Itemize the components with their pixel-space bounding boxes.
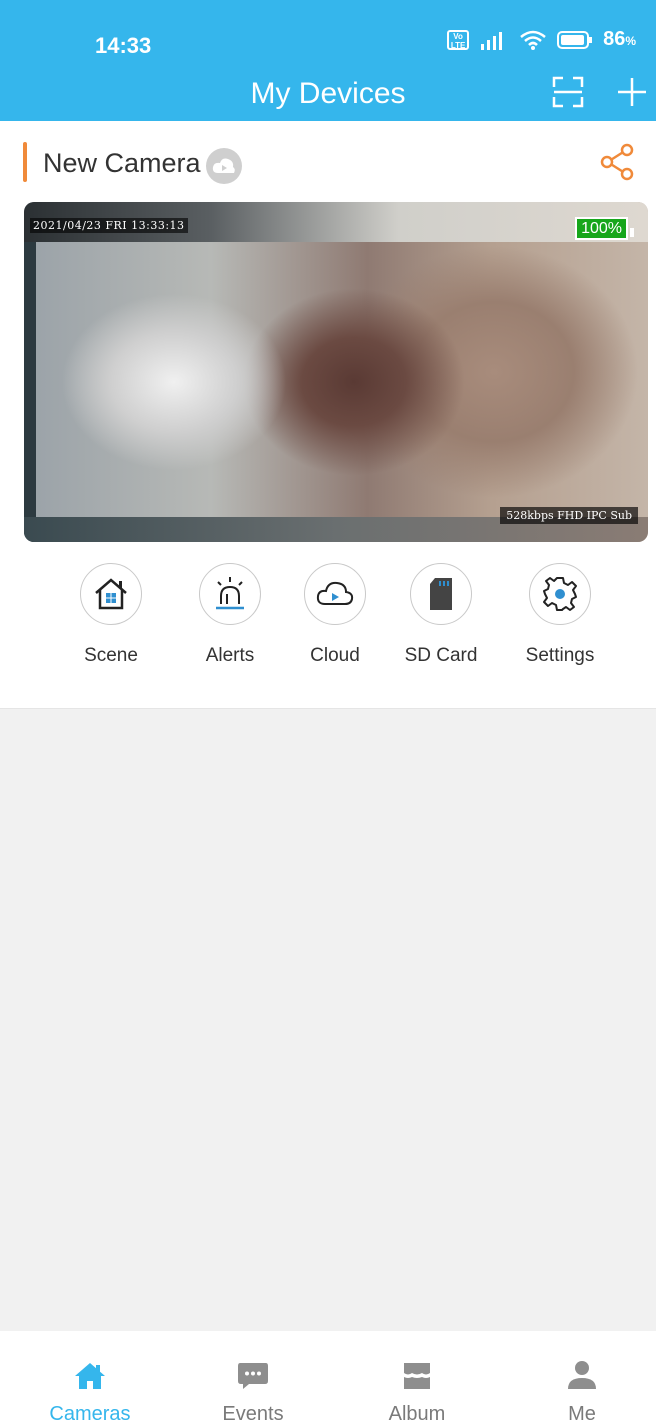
cloud-label: Cloud bbox=[310, 645, 360, 666]
settings-label: Settings bbox=[525, 645, 595, 666]
scan-button[interactable] bbox=[548, 70, 588, 114]
tab-album-label: Album bbox=[388, 1403, 446, 1425]
battery-percent: 86% bbox=[603, 28, 636, 51]
person-icon bbox=[568, 1361, 596, 1389]
tab-cameras-label: Cameras bbox=[49, 1403, 131, 1425]
cloud-play-icon bbox=[316, 581, 354, 605]
battery-nub bbox=[630, 228, 634, 237]
alerts-label: Alerts bbox=[205, 645, 255, 666]
tab-me[interactable]: Me bbox=[500, 1331, 656, 1426]
battery-value: 86 bbox=[603, 28, 626, 50]
camera-name[interactable]: New Camera bbox=[43, 148, 201, 179]
camera-battery-level: 100% bbox=[575, 217, 628, 240]
cloud-button[interactable]: Cloud bbox=[275, 563, 395, 667]
home-icon bbox=[95, 578, 127, 610]
status-icons: Vo LTE 86% bbox=[447, 28, 636, 51]
camera-preview[interactable]: 2021/04/23 FRI 13:33:13 100% 528kbps FHD… bbox=[24, 202, 648, 542]
tab-me-label: Me bbox=[568, 1403, 596, 1425]
top-bar: 14:33 Vo LTE 86% My Devices bbox=[0, 0, 656, 121]
tab-cameras[interactable]: Cameras bbox=[8, 1331, 172, 1426]
gear-icon bbox=[543, 577, 577, 611]
settings-button[interactable]: Settings bbox=[500, 563, 620, 667]
status-time: 14:33 bbox=[95, 33, 152, 58]
battery-icon bbox=[557, 30, 593, 49]
bottom-tab-bar: Cameras Events Album Me bbox=[0, 1331, 656, 1427]
plus-icon bbox=[618, 78, 646, 106]
scene-label: Scene bbox=[84, 645, 138, 666]
accent-bar bbox=[23, 142, 27, 182]
tab-events-label: Events bbox=[222, 1403, 284, 1425]
chat-icon bbox=[238, 1363, 268, 1389]
empty-content-area bbox=[0, 708, 656, 1331]
album-icon bbox=[404, 1363, 430, 1389]
alerts-button[interactable]: Alerts bbox=[170, 563, 290, 667]
battery-unit: % bbox=[625, 34, 636, 48]
wifi-icon bbox=[520, 30, 546, 50]
action-row: Scene Alerts Cloud SD Card Settings bbox=[0, 563, 656, 683]
sd-card-circle bbox=[410, 563, 472, 625]
cloud-badge-icon bbox=[206, 148, 242, 184]
scene-circle bbox=[80, 563, 142, 625]
preview-left-strip bbox=[24, 242, 36, 542]
osd-stream-info: 528kbps FHD IPC Sub bbox=[500, 507, 638, 524]
osd-datetime: 2021/04/23 FRI 13:33:13 bbox=[30, 218, 188, 233]
cloud-circle bbox=[304, 563, 366, 625]
tab-events[interactable]: Events bbox=[171, 1331, 335, 1426]
house-icon bbox=[75, 1363, 105, 1389]
scene-button[interactable]: Scene bbox=[51, 563, 171, 667]
camera-battery: 100% bbox=[575, 217, 634, 240]
sd-card-label: SD Card bbox=[404, 645, 478, 666]
alerts-circle bbox=[199, 563, 261, 625]
share-button[interactable] bbox=[598, 142, 638, 182]
share-icon bbox=[600, 143, 634, 181]
scan-icon bbox=[552, 76, 584, 108]
camera-header: New Camera bbox=[0, 128, 656, 198]
sd-card-icon bbox=[430, 578, 452, 610]
signal-icon bbox=[481, 31, 503, 50]
sd-card-button[interactable]: SD Card bbox=[381, 563, 501, 667]
volte-icon: Vo LTE bbox=[447, 29, 470, 50]
add-device-button[interactable] bbox=[612, 70, 652, 114]
alarm-icon bbox=[216, 577, 244, 610]
settings-circle bbox=[529, 563, 591, 625]
tab-album[interactable]: Album bbox=[335, 1331, 499, 1426]
